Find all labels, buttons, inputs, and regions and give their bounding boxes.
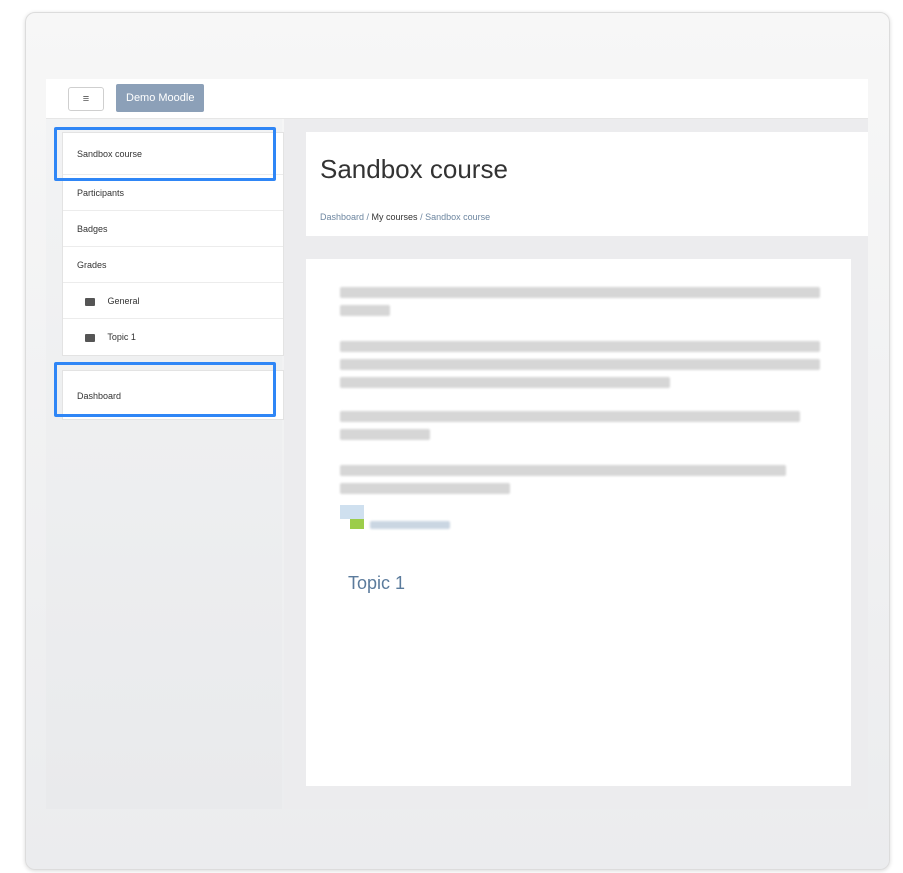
nav-item-label: General [107, 296, 140, 306]
breadcrumb-my-courses[interactable]: My courses [372, 212, 418, 222]
nav-item-label: Badges [77, 224, 108, 234]
nav-item-label: Participants [77, 188, 125, 198]
menu-icon[interactable]: ≡ [68, 87, 104, 111]
nav-item-label: Grades [77, 260, 107, 270]
nav-item-label: Topic 1 [107, 332, 136, 342]
nav-item-grades[interactable]: Grades [63, 247, 283, 283]
section-heading-topic-1[interactable]: Topic 1 [348, 573, 405, 594]
highlight-dashboard [54, 362, 276, 417]
breadcrumb-dashboard-link[interactable]: Dashboard [320, 212, 364, 222]
breadcrumb-separator: / [417, 212, 426, 222]
folder-icon [85, 297, 95, 306]
image-thumbnail [340, 505, 364, 519]
nav-item-topic-1[interactable]: Topic 1 [63, 319, 283, 355]
highlight-sandbox-course [54, 127, 276, 181]
folder-icon [85, 333, 95, 342]
breadcrumb-separator: / [364, 212, 372, 222]
breadcrumb-current-course[interactable]: Sandbox course [425, 212, 490, 222]
nav-drawer: Sandbox course Participants Badges Grade… [46, 119, 284, 809]
page-header: Sandbox course Dashboard / My courses / … [306, 132, 868, 236]
activity-icon [350, 519, 364, 529]
window-frame: ≡ Demo Moodle Sandbox course Participant… [25, 12, 890, 870]
nav-item-badges[interactable]: Badges [63, 211, 283, 247]
main-content: Sandbox course Dashboard / My courses / … [284, 119, 868, 809]
course-content-card: Topic 1 [306, 259, 851, 786]
page-title: Sandbox course [320, 154, 508, 184]
nav-item-general[interactable]: General [63, 283, 283, 319]
breadcrumb: Dashboard / My courses / Sandbox course [320, 212, 490, 222]
top-navbar: ≡ Demo Moodle [46, 79, 868, 119]
site-brand-button[interactable]: Demo Moodle [116, 84, 205, 112]
